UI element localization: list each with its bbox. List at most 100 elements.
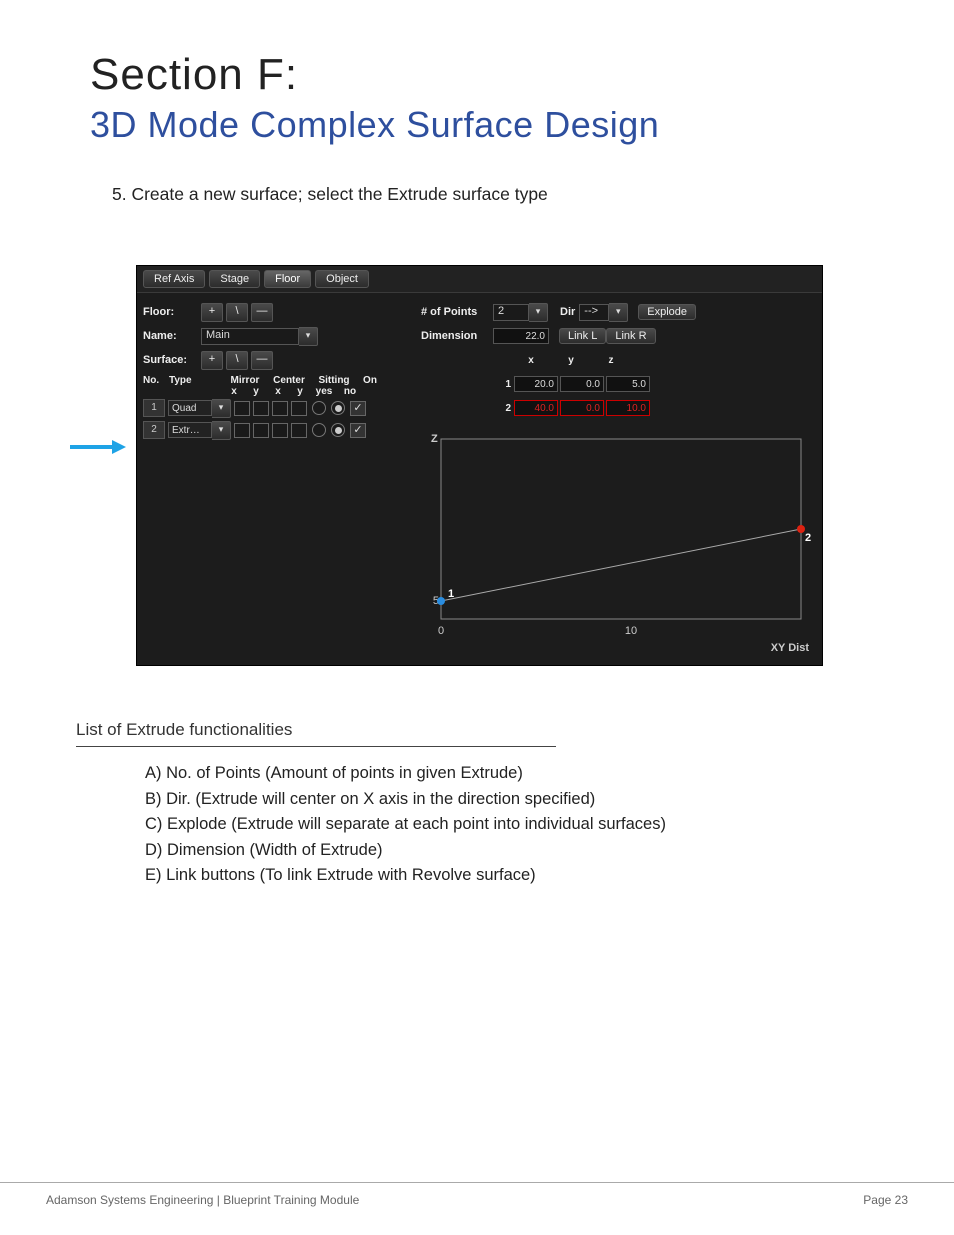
point-2-marker [797,525,805,533]
dir-input[interactable]: --> [579,304,609,321]
list-item: B) Dir. (Extrude will center on X axis i… [145,787,894,813]
col-mirror: Mirror [223,375,267,386]
dimension-label: Dimension [421,330,493,342]
floor-remove-button[interactable]: — [251,303,273,322]
name-dropdown[interactable]: ▾ [299,327,318,346]
app-window: Ref Axis Stage Floor Object Floor: + \ —… [136,265,823,666]
point-1-marker [437,597,445,605]
name-label: Name: [143,330,201,342]
step-instruction: 5. Create a new surface; select the Extr… [112,184,894,205]
sitting-yes-radio[interactable] [312,401,326,415]
sub-mirror-y: y [245,386,267,397]
center-y-checkbox[interactable] [291,423,307,438]
surface-type-select[interactable]: Extr… [168,422,212,438]
footer-left: Adamson Systems Engineering | Blueprint … [46,1193,359,1207]
mirror-x-checkbox[interactable] [234,401,250,416]
mirror-y-checkbox[interactable] [253,423,269,438]
center-x-checkbox[interactable] [272,423,288,438]
sitting-yes-radio[interactable] [312,423,326,437]
mirror-y-checkbox[interactable] [253,401,269,416]
surface-remove-button[interactable]: — [251,351,273,370]
link-l-button[interactable]: Link L [559,328,606,344]
point-1-label: 1 [448,588,454,600]
surface-label: Surface: [143,354,201,366]
tab-ref-axis[interactable]: Ref Axis [143,270,205,288]
sub-center-y: y [289,386,311,397]
tab-floor[interactable]: Floor [264,270,311,288]
floor-edit-button[interactable]: \ [226,303,248,322]
list-item: E) Link buttons (To link Extrude with Re… [145,863,894,889]
surface-type-select[interactable]: Quad [168,400,212,416]
point-row-num: 2 [493,403,514,414]
profile-graph: Z 5 0 10 XY Dist 1 2 [421,429,816,659]
point-row: 240.00.010.0 [421,397,816,419]
on-checkbox[interactable]: ✓ [350,423,366,438]
functionality-title: List of Extrude functionalities [76,720,894,740]
points-input[interactable]: 2 [493,304,529,321]
tab-stage[interactable]: Stage [209,270,260,288]
point-y-input[interactable]: 0.0 [560,376,604,392]
surface-row-num[interactable]: 2 [143,421,165,439]
point-z-input[interactable]: 5.0 [606,376,650,392]
sub-center-x: x [267,386,289,397]
surface-row: 2Extr…▾ ✓ [143,419,409,441]
right-panel: # of Points 2 ▾ Dir --> ▾ Explode Dimens… [415,293,822,665]
surface-table-subheader: x y x y yes no [143,386,409,397]
section-title: 3D Mode Complex Surface Design [90,104,894,146]
col-center: Center [267,375,311,386]
dimension-input[interactable]: 22.0 [493,328,549,344]
section-label: Section F: [90,50,894,100]
point-z-input[interactable]: 10.0 [606,400,650,416]
list-item: C) Explode (Extrude will separate at eac… [145,812,894,838]
tab-object[interactable]: Object [315,270,369,288]
surface-edit-button[interactable]: \ [226,351,248,370]
floor-add-button[interactable]: + [201,303,223,322]
col-on: On [357,375,383,386]
axis-x-label: XY Dist [771,642,810,654]
x-tick-10: 10 [625,625,637,637]
axis-z-label: Z [431,433,438,445]
list-item: D) Dimension (Width of Extrude) [145,838,894,864]
explode-button[interactable]: Explode [638,304,696,320]
on-checkbox[interactable]: ✓ [350,401,366,416]
list-item: A) No. of Points (Amount of points in gi… [145,761,894,787]
point-x-input[interactable]: 20.0 [514,376,558,392]
x-origin: 0 [438,625,444,637]
sub-sit-yes: yes [311,386,337,397]
sub-mirror-x: x [223,386,245,397]
surface-row-num[interactable]: 1 [143,399,165,417]
sitting-no-radio[interactable] [331,401,345,415]
points-dropdown[interactable]: ▾ [529,303,548,322]
points-label: # of Points [421,306,493,318]
center-y-checkbox[interactable] [291,401,307,416]
name-input[interactable]: Main [201,328,299,345]
point-2-label: 2 [805,532,811,544]
surface-type-dropdown[interactable]: ▾ [212,399,231,418]
ref-toolbar: Ref Axis Stage Floor Object [137,266,822,293]
point-x-input[interactable]: 40.0 [514,400,558,416]
center-x-checkbox[interactable] [272,401,288,416]
sub-sit-no: no [337,386,363,397]
surface-table-header: No. Type Mirror Center Sitting On [143,375,409,386]
surface-type-dropdown[interactable]: ▾ [212,421,231,440]
left-panel: Floor: + \ — Name: Main ▾ Surface: + \ [137,293,415,447]
col-sitting: Sitting [311,375,357,386]
link-r-button[interactable]: Link R [606,328,655,344]
col-type: Type [169,375,223,386]
col-x: x [511,355,551,366]
functionality-list: A) No. of Points (Amount of points in gi… [145,761,894,889]
col-no: No. [143,375,169,386]
sitting-no-radio[interactable] [331,423,345,437]
col-z: z [591,355,631,366]
floor-label: Floor: [143,306,201,318]
dir-dropdown[interactable]: ▾ [609,303,628,322]
divider [76,746,556,747]
surface-add-button[interactable]: + [201,351,223,370]
point-y-input[interactable]: 0.0 [560,400,604,416]
point-row: 120.00.05.0 [421,373,816,395]
mirror-x-checkbox[interactable] [234,423,250,438]
dir-label: Dir [560,306,575,318]
col-y: y [551,355,591,366]
point-row-num: 1 [493,379,514,390]
surface-row: 1Quad▾ ✓ [143,397,409,419]
